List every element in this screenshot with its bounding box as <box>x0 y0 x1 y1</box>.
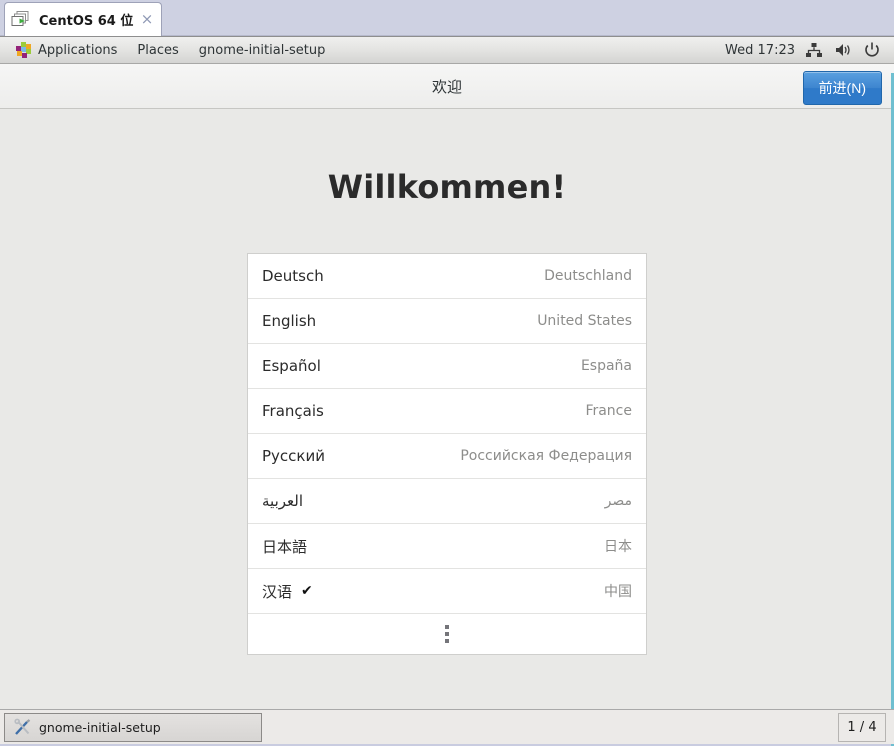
welcome-heading: Willkommen! <box>327 168 567 206</box>
language-row[interactable]: English United States <box>248 299 646 344</box>
language-name: Français <box>262 402 324 420</box>
more-vertical-icon <box>445 625 449 643</box>
panel-menus: Applications Places gnome-initial-setup <box>0 39 335 61</box>
language-name: 汉语 <box>262 582 293 601</box>
welcome-content: Willkommen! Deutsch Deutschland English Uni… <box>0 110 894 709</box>
language-row[interactable]: Français France <box>248 389 646 434</box>
next-button[interactable]: 前进(N) <box>802 71 882 105</box>
language-region: 中国 <box>604 584 632 600</box>
language-name: English <box>262 312 317 330</box>
taskbar-window-button[interactable]: gnome-initial-setup <box>4 712 262 742</box>
page-title: 欢迎 <box>431 77 462 96</box>
language-region: United States <box>537 313 632 329</box>
check-icon: ✔ <box>301 583 313 599</box>
language-list[interactable]: Deutsch Deutschland English United States Es… <box>247 253 647 655</box>
language-row[interactable]: Español España <box>248 344 646 389</box>
taskbar-window-label: gnome-initial-setup <box>39 719 161 735</box>
network-icon[interactable] <box>804 40 824 60</box>
panel-status-area: Wed 17:23 <box>725 40 894 60</box>
places-menu-label: Places <box>137 42 179 58</box>
workspace-indicator[interactable]: 1 / 4 <box>838 712 886 742</box>
language-name: العربية <box>262 492 303 510</box>
places-menu[interactable]: Places <box>127 40 188 61</box>
language-name: Deutsch <box>262 267 324 285</box>
virtual-machine-icon <box>11 10 33 30</box>
clock[interactable]: Wed 17:23 <box>725 43 795 58</box>
language-name: Español <box>262 357 321 375</box>
volume-icon[interactable] <box>833 40 853 60</box>
show-more-languages-row[interactable] <box>248 614 646 654</box>
power-icon[interactable] <box>862 40 882 60</box>
language-row[interactable]: 汉语 ✔ 中国 <box>248 569 646 614</box>
centos-apps-logo-icon <box>16 42 32 58</box>
vm-tab[interactable]: CentOS 64 位 × <box>4 2 162 36</box>
language-row[interactable]: 日本語 日本 <box>248 524 646 569</box>
language-region: España <box>580 358 632 374</box>
vm-tab-strip: CentOS 64 位 × <box>0 0 894 36</box>
active-window-label: gnome-initial-setup <box>198 42 326 58</box>
language-region: France <box>585 403 632 419</box>
language-name: 日本語 <box>262 537 308 556</box>
language-region: Deutschland <box>544 268 632 284</box>
guest-screen: Applications Places gnome-initial-setup … <box>0 36 894 746</box>
gnome-top-panel: Applications Places gnome-initial-setup … <box>0 37 894 64</box>
language-region: مصر <box>604 493 632 509</box>
language-region: Российская Федерация <box>460 448 632 464</box>
language-row[interactable]: Русский Российская Федерация <box>248 434 646 479</box>
language-row[interactable]: Deutsch Deutschland <box>248 254 646 299</box>
language-name: Русский <box>262 447 325 465</box>
language-row[interactable]: العربية مصر <box>248 479 646 524</box>
applications-menu-label: Applications <box>38 42 118 58</box>
vm-tab-title: CentOS 64 位 <box>39 14 134 29</box>
app-header-bar: 欢迎 前进(N) <box>0 64 894 109</box>
applications-menu[interactable]: Applications <box>6 39 127 61</box>
close-icon[interactable]: × <box>139 12 155 27</box>
host-taskbar: gnome-initial-setup 1 / 4 <box>0 709 894 744</box>
language-region: 日本 <box>604 539 632 555</box>
active-window-menu[interactable]: gnome-initial-setup <box>189 40 336 61</box>
setup-tools-icon <box>13 718 32 737</box>
